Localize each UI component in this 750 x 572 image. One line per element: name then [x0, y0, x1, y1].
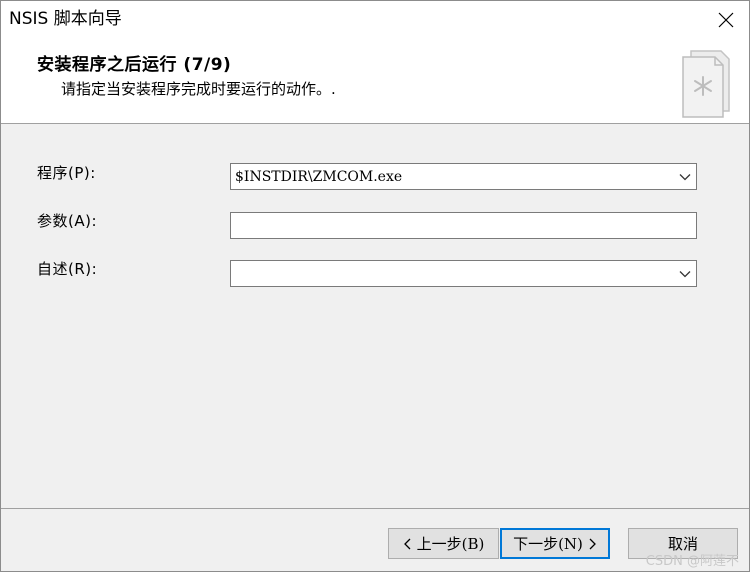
next-button-label: 下一步(N) [513, 535, 583, 553]
params-label: 参数(A): [37, 212, 98, 230]
watermark-text: CSDN @阿莲不 [645, 554, 739, 569]
wizard-document-icon [682, 50, 730, 118]
program-label: 程序(P): [37, 164, 96, 182]
back-button[interactable]: 上一步(B) [388, 528, 499, 559]
chevron-down-icon[interactable] [678, 267, 692, 281]
next-button[interactable]: 下一步(N) [500, 528, 610, 559]
window-title: NSIS 脚本向导 [9, 9, 122, 29]
chevron-right-icon [589, 538, 596, 549]
wizard-window: NSIS 脚本向导 安装程序之后运行 (7/9) 请指定当安装程序完成时要运行的… [0, 0, 750, 572]
chevron-down-icon[interactable] [678, 170, 692, 184]
back-button-label: 上一步(B) [416, 535, 485, 553]
header-panel: 安装程序之后运行 (7/9) 请指定当安装程序完成时要运行的动作。. [1, 39, 749, 124]
footer-divider [1, 508, 749, 509]
program-value: $INSTDIR\ZMCOM.exe [235, 169, 403, 185]
close-icon [718, 12, 734, 28]
readme-label: 自述(R): [37, 260, 98, 278]
readme-combobox[interactable] [230, 260, 697, 287]
chevron-left-icon [403, 538, 411, 549]
page-subtitle: 请指定当安装程序完成时要运行的动作。. [61, 80, 336, 98]
params-input[interactable] [230, 212, 697, 239]
page-title: 安装程序之后运行 (7/9) [37, 55, 232, 75]
close-button[interactable] [703, 1, 749, 39]
program-combobox[interactable]: $INSTDIR\ZMCOM.exe [230, 163, 697, 190]
title-bar: NSIS 脚本向导 [1, 1, 749, 39]
